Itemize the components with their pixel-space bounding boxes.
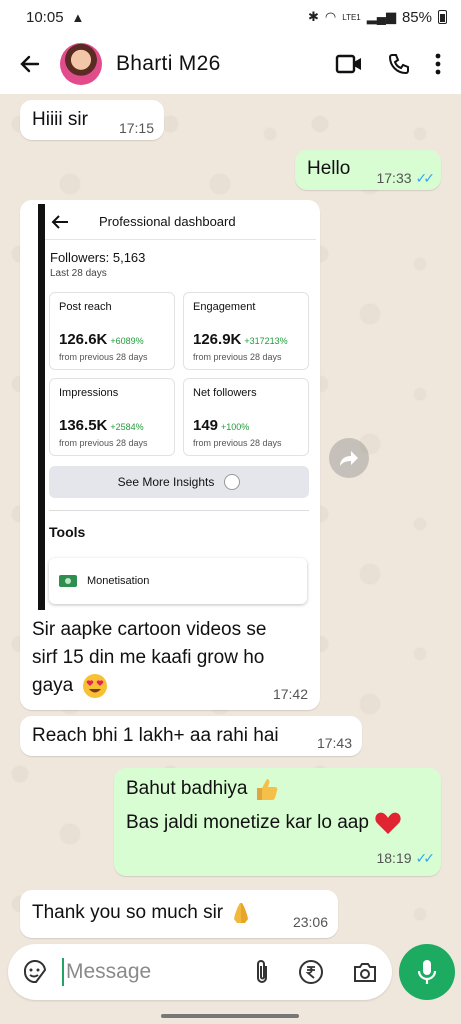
battery-percent: 85% xyxy=(401,8,432,26)
money-icon xyxy=(59,575,77,587)
divider xyxy=(49,510,309,511)
metric-value: 136.5K xyxy=(59,417,108,434)
monetisation-label: Monetisation xyxy=(87,575,150,587)
message-bubble[interactable]: Reach bhi 1 lakh+ aa rahi hai 17:43 xyxy=(20,716,362,756)
metric-label: Impressions xyxy=(59,387,119,399)
message-text: Thank you so much sir xyxy=(32,902,224,924)
thumbs-up-emoji xyxy=(256,779,278,800)
metric-value: 126.6K xyxy=(59,331,108,348)
metric-card: Post reach 126.6K +6089% from previous 28… xyxy=(49,292,175,370)
forward-button[interactable] xyxy=(329,438,369,478)
more-vert-icon[interactable] xyxy=(435,53,441,75)
system-nav-bar xyxy=(0,1004,461,1024)
back-arrow-icon xyxy=(20,55,40,73)
message-time: 23:06 xyxy=(292,914,328,930)
dashboard-title: Professional dashboard xyxy=(99,214,236,229)
metric-card: Engagement 126.9K +317213% from previous … xyxy=(183,292,309,370)
contact-name[interactable]: Bharti M26 xyxy=(116,52,221,76)
see-more-insights: See More Insights xyxy=(49,466,309,498)
back-arrow-icon xyxy=(51,214,68,229)
mic-icon xyxy=(417,960,437,984)
message-bubble[interactable]: Hiiii sir 17:15 xyxy=(20,100,164,140)
video-call-icon[interactable] xyxy=(335,53,363,75)
signal-icon: ▂▄▆ xyxy=(366,9,396,24)
message-text: Hiiii sir xyxy=(32,109,88,130)
metric-label: Post reach xyxy=(59,301,112,313)
battery-icon xyxy=(438,10,447,24)
composer xyxy=(8,944,392,1000)
red-heart-emoji xyxy=(375,812,401,834)
image-message-bubble[interactable]: Professional dashboard Followers: 5,163 … xyxy=(20,200,320,710)
status-time: 10:05 xyxy=(26,8,64,26)
message-bubble[interactable]: Thank you so much sir 23:06 xyxy=(20,890,338,938)
dashboard-header: Professional dashboard xyxy=(45,204,316,240)
metric-label: Net followers xyxy=(193,387,257,399)
message-time: 18:19 xyxy=(376,850,412,866)
message-text: Bahut badhiya xyxy=(126,778,248,800)
followers-count: Followers: 5,163 xyxy=(50,250,146,265)
tools-heading: Tools xyxy=(49,524,86,540)
message-time: 17:42 xyxy=(272,686,308,702)
status-icons: ✱ ◠ LTE1 ▂▄▆ 85% xyxy=(308,9,447,26)
metric-change: +317213% xyxy=(244,336,288,346)
read-ticks-icon: ✓✓ xyxy=(415,850,436,866)
message-input[interactable] xyxy=(66,960,226,984)
chat-area[interactable]: Hiiii sir 17:15 Hello 17:33 ✓✓ Profession… xyxy=(0,94,461,944)
metric-value: 126.9K xyxy=(193,331,242,348)
message-text: Reach bhi 1 lakh+ aa rahi hai xyxy=(32,725,279,746)
caption-line: sirf 15 din me kaafi grow ho xyxy=(32,647,265,668)
metric-change: +6089% xyxy=(110,336,144,346)
metric-value: 149 xyxy=(193,417,219,434)
metric-card: Impressions 136.5K +2584% from previous 2… xyxy=(49,378,175,456)
message-time: 17:33 xyxy=(376,170,412,186)
wifi-icon: ◠ xyxy=(324,9,337,24)
message-text: Bas jaldi monetize kar lo aap xyxy=(126,812,369,834)
message-bubble[interactable]: Hello 17:33 ✓✓ xyxy=(295,150,441,190)
message-text: Hello xyxy=(307,158,351,179)
rupee-payment-icon[interactable] xyxy=(298,959,324,985)
image-caption: Sir aapke cartoon videos se sirf 15 din … xyxy=(32,616,266,700)
metric-sub: from previous 28 days xyxy=(193,438,282,448)
folded-hands-emoji xyxy=(234,903,249,923)
heart-eyes-emoji xyxy=(83,673,108,698)
status-bar: 10:05 ▲ ✱ ◠ LTE1 ▂▄▆ 85% xyxy=(0,0,461,34)
metric-change: +100% xyxy=(221,422,250,432)
shared-screenshot[interactable]: Professional dashboard Followers: 5,163 … xyxy=(24,204,316,610)
network-label: LTE1 xyxy=(342,12,361,22)
message-bubble[interactable]: Bahut badhiya Bas jaldi monetize kar lo … xyxy=(114,768,441,876)
attach-icon[interactable] xyxy=(254,959,270,985)
caption-line: Sir aapke cartoon videos se xyxy=(32,619,267,640)
metric-sub: from previous 28 days xyxy=(59,438,148,448)
message-time: 17:15 xyxy=(118,120,154,136)
home-indicator[interactable] xyxy=(161,1014,299,1018)
metric-change: +2584% xyxy=(110,422,144,432)
metric-card: Net followers 149 +100% from previous 28 … xyxy=(183,378,309,456)
chat-header: Bharti M26 xyxy=(0,34,461,94)
mic-button[interactable] xyxy=(399,944,455,1000)
read-ticks-icon: ✓✓ xyxy=(415,170,436,186)
text-cursor xyxy=(62,958,64,986)
period-label: Last 28 days xyxy=(50,268,107,279)
back-button[interactable] xyxy=(0,52,60,76)
avatar[interactable] xyxy=(60,43,102,85)
phone-icon[interactable] xyxy=(387,52,411,76)
metric-sub: from previous 28 days xyxy=(59,352,148,362)
metrics-grid: Post reach 126.6K +6089% from previous 28… xyxy=(49,292,309,456)
forward-icon xyxy=(340,451,358,466)
metric-sub: from previous 28 days xyxy=(193,352,282,362)
loading-circle-icon xyxy=(224,474,241,490)
camera-icon[interactable] xyxy=(352,960,378,984)
metric-label: Engagement xyxy=(193,301,256,313)
bluetooth-icon: ✱ xyxy=(307,9,319,24)
caption-line: gaya xyxy=(32,675,74,696)
warning-icon: ▲ xyxy=(71,9,85,25)
monetisation-card: Monetisation xyxy=(49,558,307,604)
sticker-icon[interactable] xyxy=(22,959,48,985)
see-more-label: See More Insights xyxy=(117,475,215,489)
message-time: 17:43 xyxy=(316,735,352,751)
